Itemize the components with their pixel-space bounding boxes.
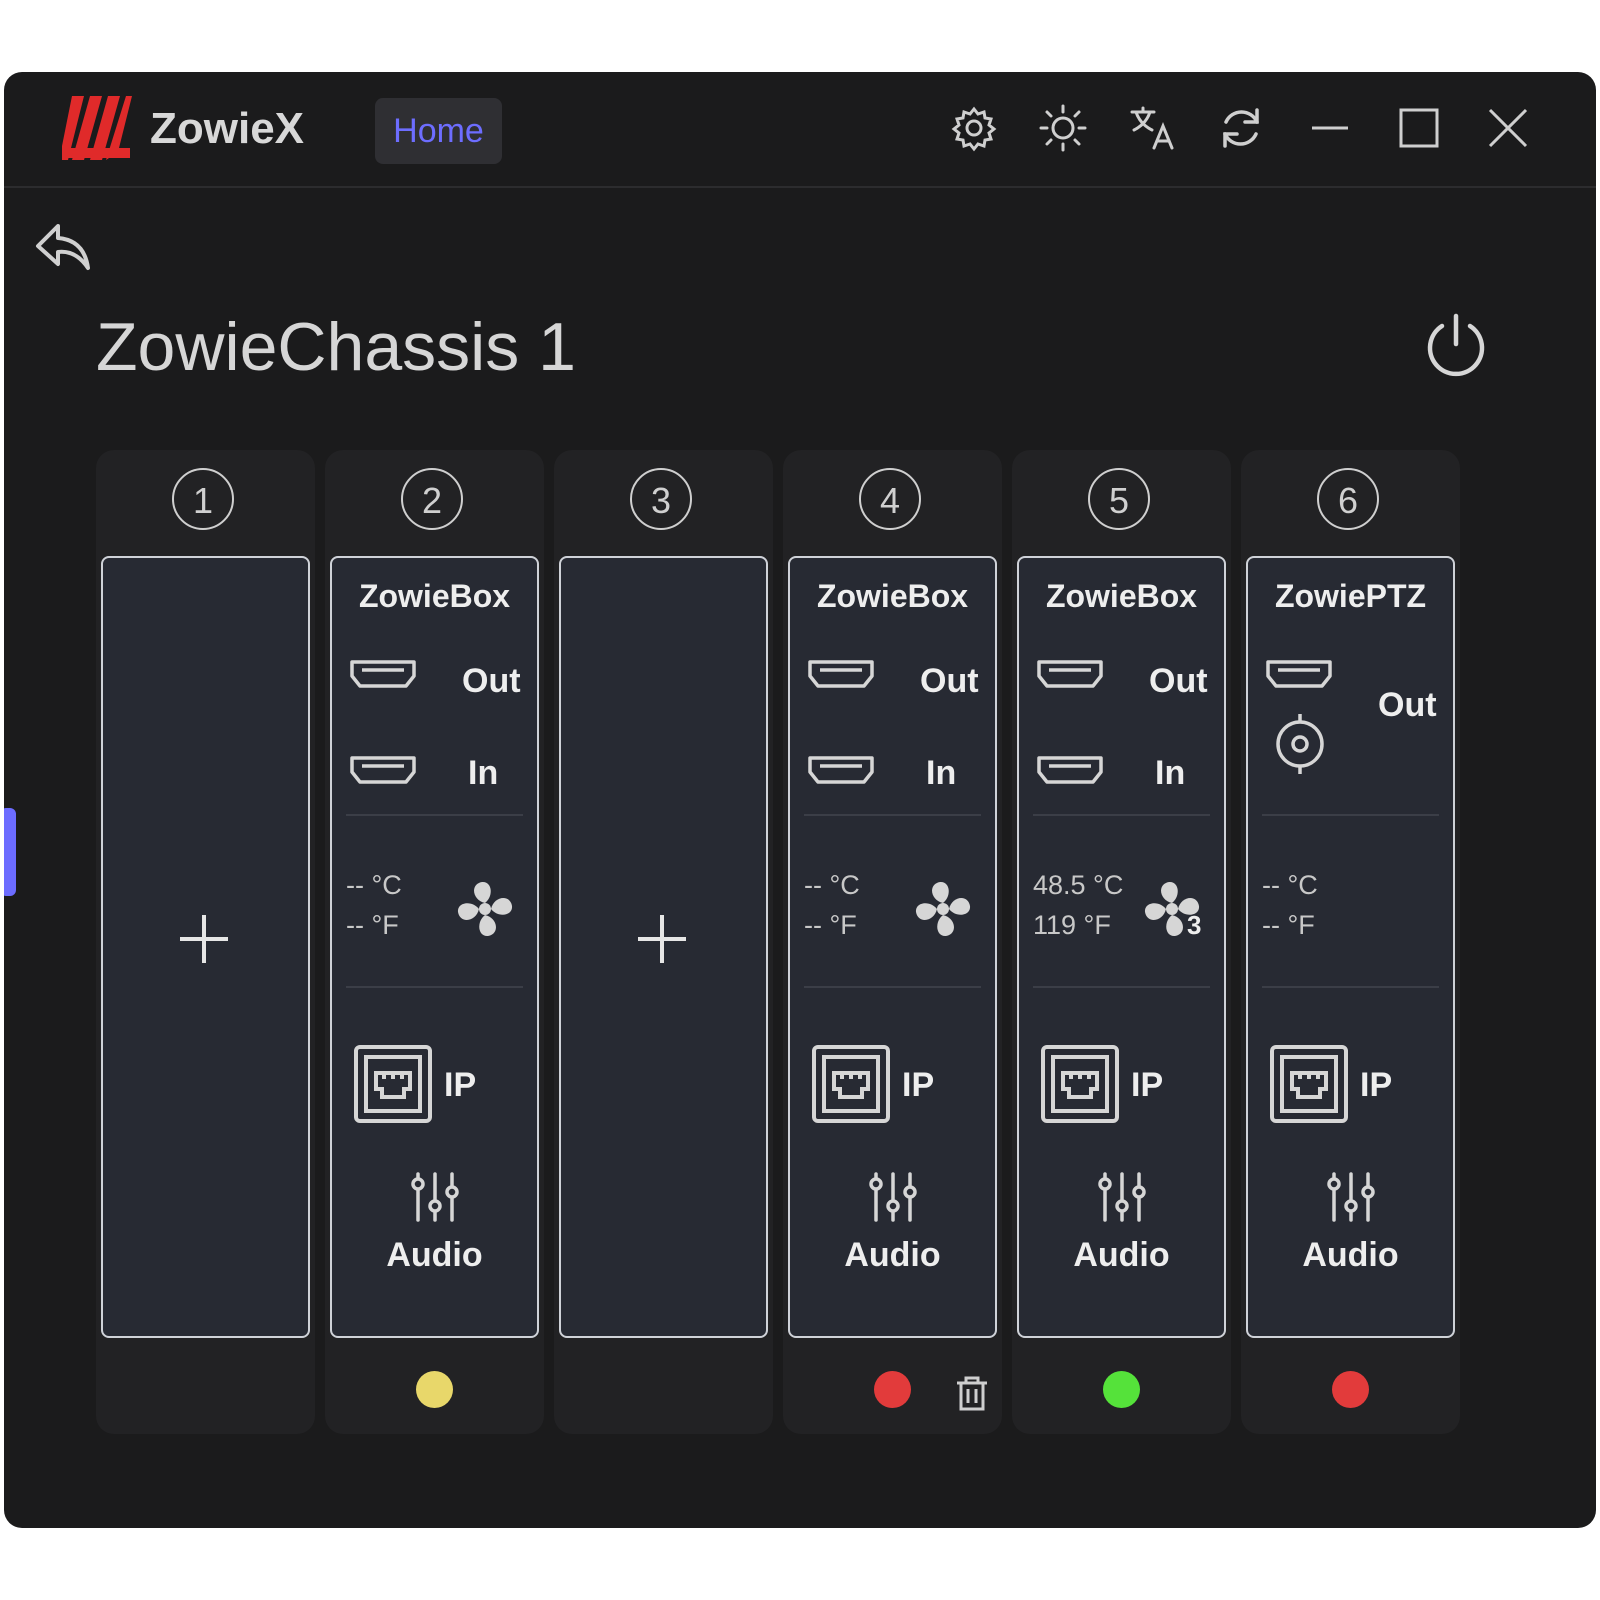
title-bar: ZowieX Home bbox=[4, 72, 1596, 188]
hdmi-out-icon bbox=[1264, 656, 1334, 692]
hdmi-out-icon bbox=[348, 656, 418, 692]
hdmi-out-icon bbox=[1035, 656, 1105, 692]
hdmi-in-icon bbox=[348, 752, 418, 788]
divider bbox=[1033, 814, 1210, 816]
power-icon[interactable] bbox=[1422, 310, 1490, 378]
ethernet-port-icon[interactable] bbox=[810, 1043, 892, 1125]
temperature-celsius: 48.5 °C bbox=[1033, 870, 1124, 900]
hdmi-out-icon bbox=[806, 656, 876, 692]
divider bbox=[804, 814, 981, 816]
app-name: ZowieX bbox=[150, 104, 305, 153]
divider bbox=[1262, 814, 1439, 816]
settings-gear-icon[interactable] bbox=[946, 100, 1002, 156]
temperature-fahrenheit: -- °F bbox=[1262, 910, 1315, 940]
left-accent-indicator bbox=[4, 808, 16, 896]
slot-number: 4 bbox=[859, 468, 921, 530]
temperature-fahrenheit: 119 °F bbox=[1033, 910, 1111, 940]
status-indicator-green bbox=[1103, 1371, 1140, 1408]
fan-icon bbox=[452, 876, 518, 942]
temperature-celsius: -- °C bbox=[1262, 870, 1318, 900]
temperature-fahrenheit: -- °F bbox=[804, 910, 857, 940]
divider bbox=[346, 986, 523, 988]
fan-icon bbox=[910, 876, 976, 942]
status-indicator-yellow bbox=[416, 1371, 453, 1408]
slot-column: 2 ZowieBox Out In -- °C -- °F IP Audio bbox=[325, 450, 544, 1434]
audio-label[interactable]: Audio bbox=[1019, 1236, 1224, 1275]
slot-number: 1 bbox=[172, 468, 234, 530]
add-device-plus-icon[interactable] bbox=[634, 911, 690, 967]
translate-icon[interactable] bbox=[1124, 100, 1180, 156]
temperature-celsius: -- °C bbox=[804, 870, 860, 900]
zowiex-logo-icon bbox=[62, 94, 134, 164]
close-icon[interactable] bbox=[1480, 100, 1536, 156]
tab-home[interactable]: Home bbox=[375, 98, 502, 164]
slot-column: 4 ZowieBox Out In -- °C -- °F IP Audio bbox=[783, 450, 1002, 1434]
hdmi-in-icon bbox=[1035, 752, 1105, 788]
temperature-fahrenheit: -- °F bbox=[346, 910, 399, 940]
audio-mixer-icon[interactable] bbox=[1324, 1170, 1378, 1224]
audio-mixer-icon[interactable] bbox=[408, 1170, 462, 1224]
audio-label[interactable]: Audio bbox=[1248, 1236, 1453, 1275]
ip-label[interactable]: IP bbox=[1360, 1066, 1392, 1105]
ip-label[interactable]: IP bbox=[1131, 1066, 1163, 1105]
device-name: ZowieBox bbox=[1045, 578, 1198, 614]
divider bbox=[346, 814, 523, 816]
video-out-label: Out bbox=[1149, 662, 1208, 700]
slot-number: 2 bbox=[401, 468, 463, 530]
device-name: ZowieBox bbox=[358, 578, 511, 614]
add-device-plus-icon[interactable] bbox=[176, 911, 232, 967]
slot-column: 3 bbox=[554, 450, 773, 1434]
device-card[interactable]: ZowieBox Out In -- °C -- °F IP Audio bbox=[330, 556, 539, 1338]
device-card[interactable]: ZowiePTZ Out -- °C -- °F IP Audio bbox=[1246, 556, 1455, 1338]
divider bbox=[1033, 986, 1210, 988]
maximize-icon[interactable] bbox=[1391, 100, 1447, 156]
ip-label[interactable]: IP bbox=[902, 1066, 934, 1105]
slot-column: 6 ZowiePTZ Out -- °C -- °F IP Audio bbox=[1241, 450, 1460, 1434]
minimize-icon[interactable] bbox=[1302, 100, 1358, 156]
device-card[interactable]: ZowieBox Out In 48.5 °C 119 °F 3 IP Audio bbox=[1017, 556, 1226, 1338]
status-indicator-red bbox=[874, 1371, 911, 1408]
slot-column: 5 ZowieBox Out In 48.5 °C 119 °F 3 IP Audio bbox=[1012, 450, 1231, 1434]
coax-sdi-icon bbox=[1270, 710, 1330, 776]
divider bbox=[804, 986, 981, 988]
slot-number: 3 bbox=[630, 468, 692, 530]
device-name: ZowieBox bbox=[816, 578, 969, 614]
trash-icon[interactable] bbox=[953, 1374, 991, 1412]
status-indicator-red bbox=[1332, 1371, 1369, 1408]
video-out-label: Out bbox=[920, 662, 979, 700]
empty-slot-card[interactable] bbox=[101, 556, 310, 1338]
slot-number: 6 bbox=[1317, 468, 1379, 530]
ethernet-port-icon[interactable] bbox=[1039, 1043, 1121, 1125]
video-out-label: Out bbox=[462, 662, 521, 700]
refresh-icon[interactable] bbox=[1213, 100, 1269, 156]
slot-column: 1 bbox=[96, 450, 315, 1434]
empty-slot-card[interactable] bbox=[559, 556, 768, 1338]
video-in-label: In bbox=[926, 754, 957, 792]
audio-label[interactable]: Audio bbox=[790, 1236, 995, 1275]
hdmi-in-icon bbox=[806, 752, 876, 788]
app-window: ZowieX Home ZowieChassis 1 1 2 ZowieBox … bbox=[4, 72, 1596, 1528]
fan-count: 3 bbox=[1187, 910, 1202, 940]
video-in-label: In bbox=[1155, 754, 1186, 792]
device-card[interactable]: ZowieBox Out In -- °C -- °F IP Audio bbox=[788, 556, 997, 1338]
audio-mixer-icon[interactable] bbox=[1095, 1170, 1149, 1224]
ip-label[interactable]: IP bbox=[444, 1066, 476, 1105]
temperature-celsius: -- °C bbox=[346, 870, 402, 900]
audio-label[interactable]: Audio bbox=[332, 1236, 537, 1275]
video-in-label: In bbox=[468, 754, 499, 792]
video-out-label: Out bbox=[1378, 686, 1437, 724]
slot-number: 5 bbox=[1088, 468, 1150, 530]
back-arrow-icon[interactable] bbox=[32, 218, 94, 278]
audio-mixer-icon[interactable] bbox=[866, 1170, 920, 1224]
ethernet-port-icon[interactable] bbox=[352, 1043, 434, 1125]
device-name: ZowiePTZ bbox=[1274, 578, 1427, 614]
ethernet-port-icon[interactable] bbox=[1268, 1043, 1350, 1125]
sun-icon[interactable] bbox=[1035, 100, 1091, 156]
chassis-title: ZowieChassis 1 bbox=[96, 309, 576, 385]
divider bbox=[1262, 986, 1439, 988]
